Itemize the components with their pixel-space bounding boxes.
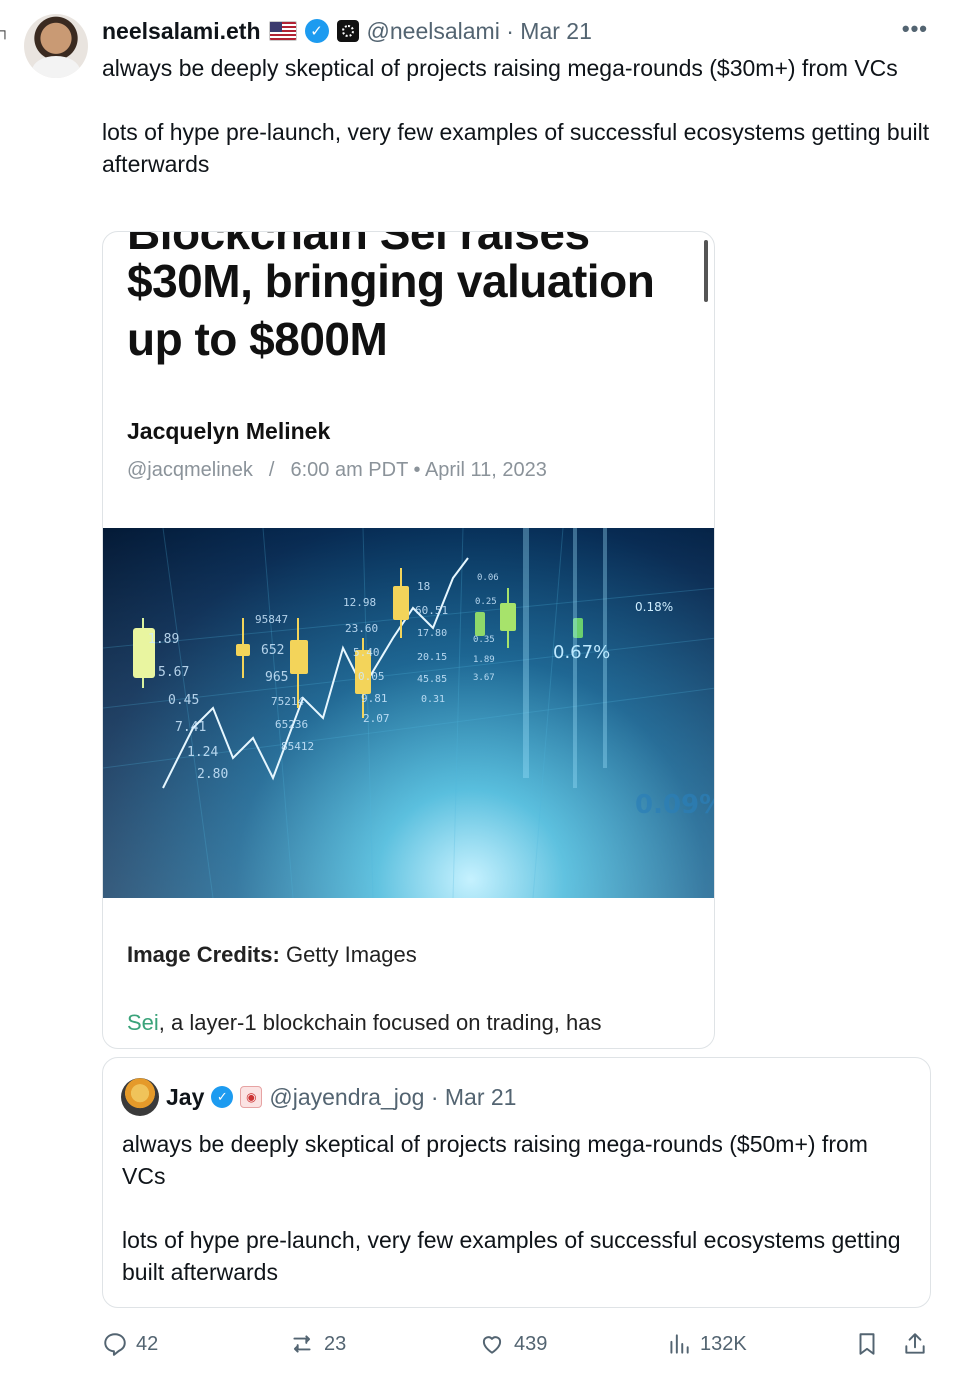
quote-text: always be deeply skeptical of projects r…: [122, 1131, 901, 1285]
img-num-26: 0.25: [475, 597, 497, 607]
tweet-header: neelsalami.eth ✓ @neelsalami · Mar 21: [102, 14, 592, 48]
repost-button[interactable]: 23: [288, 1326, 346, 1362]
views-chart-icon: [670, 1334, 689, 1354]
img-num-15: 5.40: [353, 646, 380, 659]
img-num-5: 1.24: [187, 745, 218, 760]
article-snippet: Sei, a layer-1 blockchain focused on tra…: [127, 1010, 602, 1036]
avatar[interactable]: [24, 14, 88, 78]
img-num-20: 60.51: [415, 604, 448, 617]
img-num-13: 12.98: [343, 596, 376, 609]
img-num-3: 0.45: [168, 693, 199, 708]
tweet-page: ┐ neelsalami.eth ✓ @neelsalami · Mar 21 …: [0, 0, 958, 1378]
like-count: 439: [514, 1332, 548, 1355]
bookmark-icon: [859, 1333, 875, 1355]
tweet-date[interactable]: Mar 21: [520, 18, 592, 44]
img-num-21: 17.80: [417, 628, 447, 639]
byline-separator: /: [268, 459, 275, 481]
credits-value: Getty Images: [285, 942, 417, 967]
img-num-10: 75214: [271, 695, 304, 708]
like-button[interactable]: 439: [478, 1326, 547, 1362]
stock-chart-art: 1.89 5.67 0.45 7.41 1.24 2.80 95847 652 …: [103, 527, 715, 899]
img-pct-1: 0.67%: [553, 642, 610, 663]
scrollbar-thumb: [704, 240, 708, 302]
quote-display-name[interactable]: Jay: [166, 1084, 204, 1111]
stock-chart-image: 1.89 5.67 0.45 7.41 1.24 2.80 95847 652 …: [103, 527, 715, 899]
handle[interactable]: @neelsalami: [367, 18, 500, 44]
img-num-29: 3.67: [473, 673, 495, 683]
more-options-icon[interactable]: •••: [902, 16, 928, 42]
article-byline: @jacqmelinek / 6:00 am PDT • April 11, 2…: [127, 459, 547, 482]
action-bar: 42 23 439 132K: [102, 1326, 932, 1362]
img-num-6: 2.80: [197, 767, 228, 782]
img-num-22: 20.15: [417, 652, 447, 663]
reply-button[interactable]: 42: [102, 1326, 158, 1362]
snippet-text: , a layer-1 blockchain focused on tradin…: [158, 1010, 602, 1035]
img-num-24: 0.31: [421, 694, 445, 705]
corner-mark: ┐: [0, 22, 10, 38]
quote-handle-date: @jayendra_jog · Mar 21: [269, 1083, 517, 1110]
img-num-16: 0.05: [358, 670, 385, 683]
quoted-tweet[interactable]: Jay ✓ ◉ @jayendra_jog · Mar 21 always be…: [102, 1057, 931, 1308]
article-image-card[interactable]: Blockchain Sei raises $30M, bringing val…: [102, 231, 715, 1049]
img-num-9: 965: [265, 670, 288, 685]
display-name[interactable]: neelsalami.eth: [102, 18, 261, 45]
publish-date: 6:00 am PDT • April 11, 2023: [290, 459, 547, 481]
img-num-12: 85412: [281, 740, 314, 753]
bookmark-button[interactable]: [854, 1326, 880, 1362]
avatar-shirt: [32, 56, 80, 78]
verified-badge-icon: ✓: [211, 1086, 234, 1108]
image-credits: Image Credits: Getty Images: [127, 942, 417, 968]
img-num-7: 95847: [255, 613, 288, 626]
repost-count: 23: [324, 1332, 347, 1355]
img-pct-2: 0.18%: [635, 600, 673, 614]
credits-label: Image Credits:: [127, 942, 280, 967]
img-num-28: 1.89: [473, 655, 495, 665]
quote-handle[interactable]: @jayendra_jog: [269, 1084, 424, 1110]
img-num-11: 65236: [275, 718, 308, 731]
share-button[interactable]: [902, 1326, 928, 1362]
us-flag-icon: [268, 21, 297, 41]
quote-date[interactable]: Mar 21: [445, 1084, 517, 1110]
verified-badge-icon: ✓: [304, 19, 329, 43]
img-num-8: 652: [261, 643, 284, 658]
share-icon: [905, 1333, 925, 1354]
img-num-27: 0.35: [473, 635, 495, 645]
handle-date: @neelsalami · Mar 21: [366, 17, 592, 44]
img-pct-3: 0.09%: [635, 790, 715, 820]
img-num-19: 18: [417, 580, 430, 593]
img-num-25: 0.06: [477, 573, 499, 583]
img-num-14: 23.60: [345, 622, 378, 635]
img-num-4: 7.41: [175, 720, 206, 735]
reply-icon: [104, 1333, 126, 1356]
article-author: Jacquelyn Melinek: [127, 418, 331, 444]
tweet-text: always be deeply skeptical of projects r…: [102, 55, 930, 177]
quote-avatar[interactable]: [121, 1078, 159, 1116]
repost-icon: [293, 1335, 311, 1353]
affiliate-badge-icon[interactable]: [336, 20, 359, 42]
img-num-1: 1.89: [148, 632, 179, 647]
article-headline: $30M, bringing valuation up to $800M: [127, 255, 655, 365]
img-num-2: 5.67: [158, 665, 189, 680]
affiliate-badge-icon[interactable]: ◉: [240, 1086, 263, 1108]
img-num-17: 9.81: [361, 692, 388, 705]
quote-header: Jay ✓ ◉ @jayendra_jog · Mar 21: [121, 1078, 516, 1116]
views-count: 132K: [700, 1332, 747, 1355]
views-button[interactable]: 132K: [666, 1326, 747, 1362]
img-num-18: 2.07: [363, 712, 390, 725]
img-num-23: 45.85: [417, 674, 447, 685]
heart-icon: [482, 1336, 502, 1354]
reply-count: 42: [136, 1332, 159, 1355]
sei-link[interactable]: Sei: [127, 1010, 159, 1035]
author-handle: @jacqmelinek: [127, 459, 253, 481]
